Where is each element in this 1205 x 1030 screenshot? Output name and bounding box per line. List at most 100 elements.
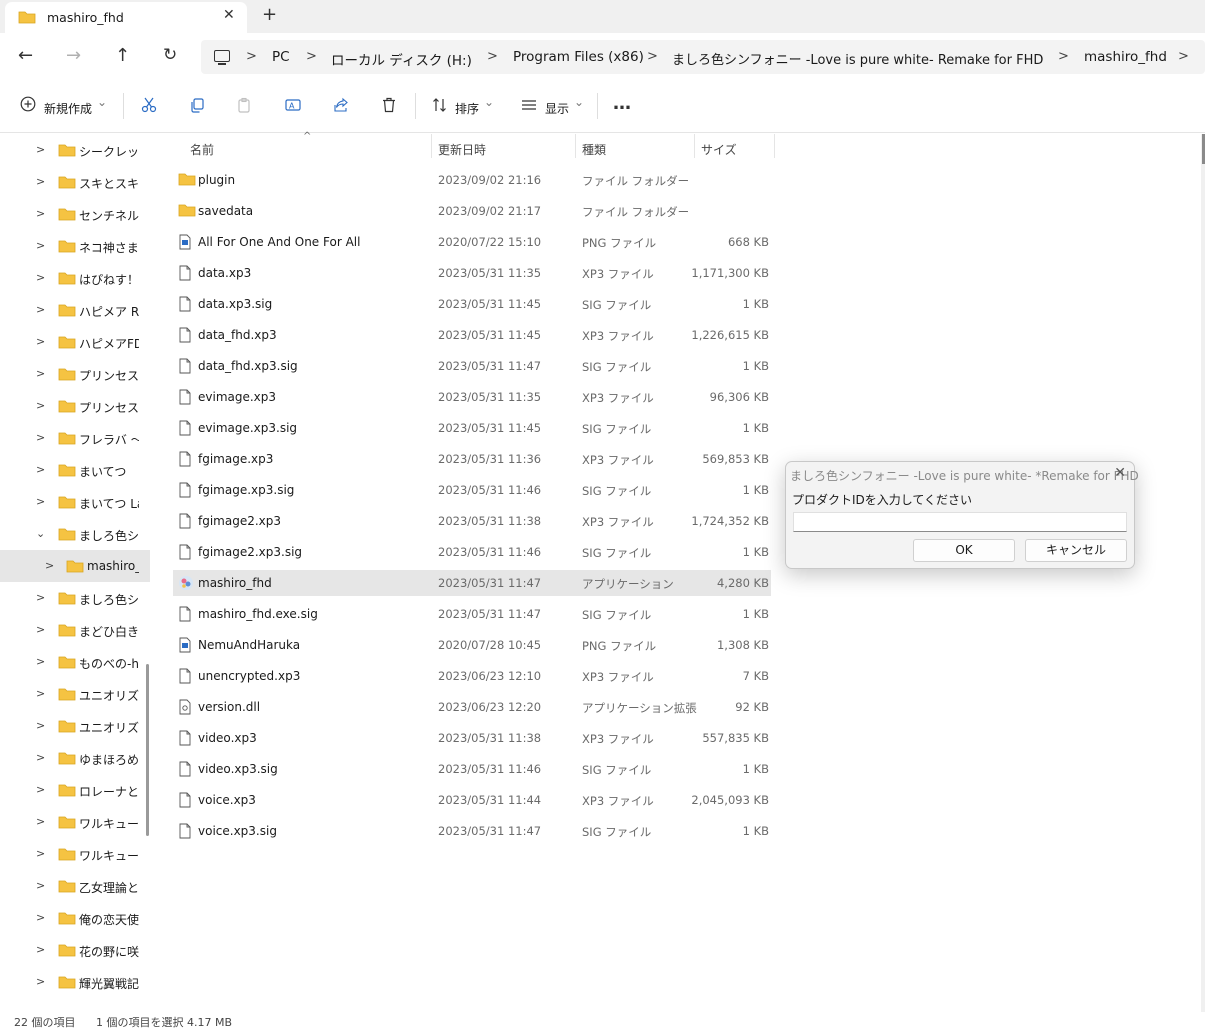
chevron-right-icon[interactable]: > <box>36 463 45 476</box>
chevron-right-icon[interactable]: > <box>36 655 45 668</box>
sidebar-item[interactable]: ⌄ ましろ色シンフォニー <box>0 518 150 550</box>
chevron-right-icon[interactable]: > <box>36 815 45 828</box>
more-options-icon[interactable]: … <box>613 93 631 114</box>
chevron-right-icon[interactable]: > <box>36 143 45 156</box>
file-row[interactable]: data_fhd.xp3.sig 2023/05/31 11:47 SIG ファイル… <box>173 353 771 379</box>
cut-icon[interactable] <box>141 97 157 117</box>
chevron-right-icon[interactable]: > <box>36 175 45 188</box>
chevron-right-icon[interactable]: > <box>45 559 54 572</box>
sidebar-item[interactable]: > プリンセスラバー <box>0 390 150 422</box>
chevron-right-icon[interactable]: > <box>36 239 45 252</box>
sidebar-item[interactable]: > はぴねす！2 <box>0 262 150 294</box>
file-row[interactable]: savedata 2023/09/02 21:17 ファイル フォルダー <box>173 198 771 224</box>
sidebar-item[interactable]: > センチネル- HD <box>0 198 150 230</box>
sidebar-item[interactable]: > まいてつ Last Run!! <box>0 486 150 518</box>
file-row[interactable]: NemuAndHaruka 2020/07/28 10:45 PNG ファイル 1,3… <box>173 632 771 658</box>
tab-mashiro-fhd[interactable]: mashiro_fhd ✕ <box>5 2 247 33</box>
delete-icon[interactable] <box>381 97 397 117</box>
copy-icon[interactable] <box>189 97 205 117</box>
chevron-right-icon[interactable]: > <box>36 207 45 220</box>
chevron-right-icon[interactable]: > <box>36 335 45 348</box>
rename-icon[interactable]: A <box>285 97 301 117</box>
file-row[interactable]: data.xp3 2023/05/31 11:35 XP3 ファイル 1,171,30… <box>173 260 771 286</box>
chevron-right-icon[interactable]: > <box>36 591 45 604</box>
chevron-down-icon[interactable]: ⌄ <box>36 527 45 540</box>
sidebar-scrollbar[interactable] <box>146 664 149 836</box>
file-row[interactable]: video.xp3.sig 2023/05/31 11:46 SIG ファイル 1 K… <box>173 756 771 782</box>
vertical-scrollbar[interactable] <box>1201 134 1205 1012</box>
breadcrumb-mashiro-fhd[interactable]: mashiro_fhd <box>1084 49 1167 65</box>
share-icon[interactable] <box>333 97 349 117</box>
column-header-name[interactable]: 名前 <box>190 141 214 158</box>
sidebar-item[interactable]: > フレラバ ～Friend to Lover～ <box>0 422 150 454</box>
sidebar-item[interactable]: > ものべの-happy end- <box>0 646 150 678</box>
file-row[interactable]: voice.xp3.sig 2023/05/31 11:47 SIG ファイル 1 K… <box>173 818 771 844</box>
sidebar-item[interactable]: > ワルキューレロマンツェ More&More <box>0 838 150 870</box>
sidebar-item[interactable]: > ましろ色シンフォニー SANA EDITION <box>0 582 150 614</box>
file-row[interactable]: evimage.xp3.sig 2023/05/31 11:45 SIG ファイル 1… <box>173 415 771 441</box>
file-row[interactable]: mashiro_fhd.exe.sig 2023/05/31 11:47 SIG フ… <box>173 601 771 627</box>
chevron-right-icon[interactable]: > <box>36 847 45 860</box>
sidebar-item[interactable]: > まどひ白きの <box>0 614 150 646</box>
column-header-date[interactable]: 更新日時 <box>438 141 486 158</box>
sidebar-item[interactable]: > シークレットゲーム <box>0 134 150 166</box>
sidebar-item[interactable]: > ワルキューレロマンツェ <box>0 806 150 838</box>
forward-arrow-icon[interactable]: → <box>66 45 81 66</box>
sidebar-item[interactable]: > 俺の恋天使がポンコツすぎてコワ～い。 <box>0 902 150 934</box>
paste-icon[interactable] <box>237 97 253 117</box>
column-divider[interactable] <box>694 134 695 158</box>
sidebar-item[interactable]: > ゆまほろめ <box>0 742 150 774</box>
chevron-right-icon[interactable]: > <box>36 623 45 636</box>
breadcrumb-pc[interactable]: PC <box>272 49 290 65</box>
chevron-right-icon[interactable]: > <box>36 751 45 764</box>
sort-button-label[interactable]: 排序 <box>455 100 479 117</box>
ok-button[interactable]: OK <box>913 539 1015 562</box>
sidebar-item[interactable]: > 乙女理論とその周辺 <box>0 870 150 902</box>
dialog-close-icon[interactable]: ✕ <box>1114 465 1126 481</box>
refresh-icon[interactable]: ↻ <box>163 45 177 65</box>
address-bar[interactable]: > PC > ローカル ディスク (H:) > Program Files (x… <box>201 40 1205 74</box>
column-divider[interactable] <box>774 134 775 158</box>
chevron-right-icon[interactable]: > <box>36 943 45 956</box>
up-arrow-icon[interactable]: ↑ <box>115 45 130 66</box>
new-button-label[interactable]: 新規作成 <box>44 100 92 117</box>
file-row[interactable]: voice.xp3 2023/05/31 11:44 XP3 ファイル 2,045,0… <box>173 787 771 813</box>
sidebar-item[interactable]: > ネコ神さまとひなたの夏 <box>0 230 150 262</box>
sort-dropdown-icon[interactable]: ⌄ <box>484 95 494 109</box>
sidebar-item[interactable]: > 輝光翼戦記 <box>0 966 150 998</box>
product-id-input[interactable] <box>793 512 1127 532</box>
sidebar-item[interactable]: > mashiro_fhd <box>0 550 150 582</box>
chevron-right-icon[interactable]: > <box>36 495 45 508</box>
column-divider[interactable] <box>431 134 432 158</box>
sidebar-item[interactable]: > ユニオリズム・カルテット <box>0 710 150 742</box>
column-header-type[interactable]: 種類 <box>582 141 606 158</box>
sidebar-item[interactable]: > スキとスキとでできている <box>0 166 150 198</box>
file-row[interactable]: plugin 2023/09/02 21:16 ファイル フォルダー <box>173 167 771 193</box>
file-row[interactable]: fgimage2.xp3 2023/05/31 11:38 XP3 ファイル 1,72… <box>173 508 771 534</box>
sidebar-item[interactable]: > まいてつ <box>0 454 150 486</box>
sidebar-item[interactable]: > 花の野に咲くうたかたの <box>0 934 150 966</box>
file-row[interactable]: version.dll 2023/06/23 12:20 アプリケーション拡張 92 … <box>173 694 771 720</box>
breadcrumb-local-disk[interactable]: ローカル ディスク (H:) <box>331 49 472 69</box>
file-row[interactable]: mashiro_fhd 2023/05/31 11:47 アプリケーション 4,280… <box>173 570 771 596</box>
chevron-right-icon[interactable]: > <box>36 783 45 796</box>
view-icon[interactable] <box>521 97 537 117</box>
file-row[interactable]: fgimage.xp3.sig 2023/05/31 11:46 SIG ファイル 1… <box>173 477 771 503</box>
new-tab-icon[interactable]: + <box>262 4 277 25</box>
column-header-size[interactable]: サイズ <box>701 141 737 158</box>
chevron-right-icon[interactable]: > <box>36 303 45 316</box>
breadcrumb-game-folder[interactable]: ましろ色シンフォニー -Love is pure white- Remake f… <box>672 49 1043 68</box>
file-row[interactable]: fgimage2.xp3.sig 2023/05/31 11:46 SIG ファイル… <box>173 539 771 565</box>
sidebar-item[interactable]: > プリンセスキッス <box>0 358 150 390</box>
chevron-right-icon[interactable]: > <box>36 879 45 892</box>
chevron-right-icon[interactable]: > <box>36 271 45 284</box>
sidebar-item[interactable]: > ロレーナと道具屋 <box>0 774 150 806</box>
sort-icon[interactable] <box>432 97 448 117</box>
view-dropdown-icon[interactable]: ⌄ <box>574 95 584 109</box>
close-tab-icon[interactable]: ✕ <box>223 7 235 23</box>
chevron-right-icon[interactable]: > <box>36 911 45 924</box>
sidebar-item[interactable]: > ユニオリズム・カルテット <box>0 678 150 710</box>
file-row[interactable]: evimage.xp3 2023/05/31 11:35 XP3 ファイル 96,30… <box>173 384 771 410</box>
chevron-right-icon[interactable]: > <box>36 975 45 988</box>
chevron-right-icon[interactable]: > <box>36 687 45 700</box>
